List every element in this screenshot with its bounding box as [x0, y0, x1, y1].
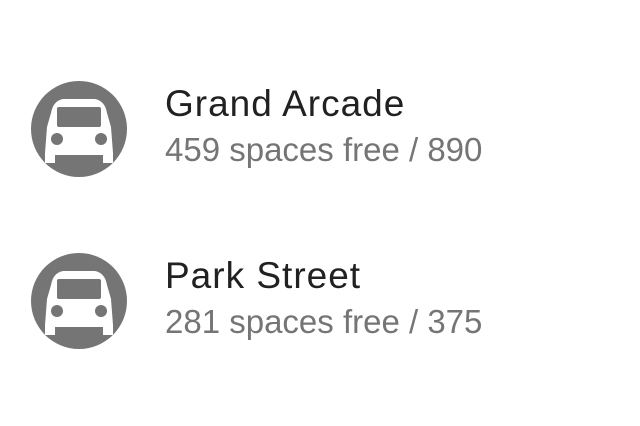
car-park-list: Grand Arcade 459 spaces free / 890 Park …	[0, 0, 640, 426]
car-park-availability: 281 spaces free / 375	[165, 303, 483, 340]
car-park-name: Park Street	[165, 255, 362, 296]
car-icon	[31, 253, 127, 349]
car-icon-graphic	[45, 271, 113, 335]
car-park-availability: 459 spaces free / 890	[165, 131, 483, 168]
car-park-name: Grand Arcade	[165, 83, 406, 124]
car-icon	[31, 81, 127, 177]
car-park-item-park-street[interactable]: Park Street 281 spaces free / 375	[0, 230, 640, 370]
car-icon-graphic	[45, 99, 113, 163]
car-park-item-grand-arcade[interactable]: Grand Arcade 459 spaces free / 890	[0, 58, 640, 198]
